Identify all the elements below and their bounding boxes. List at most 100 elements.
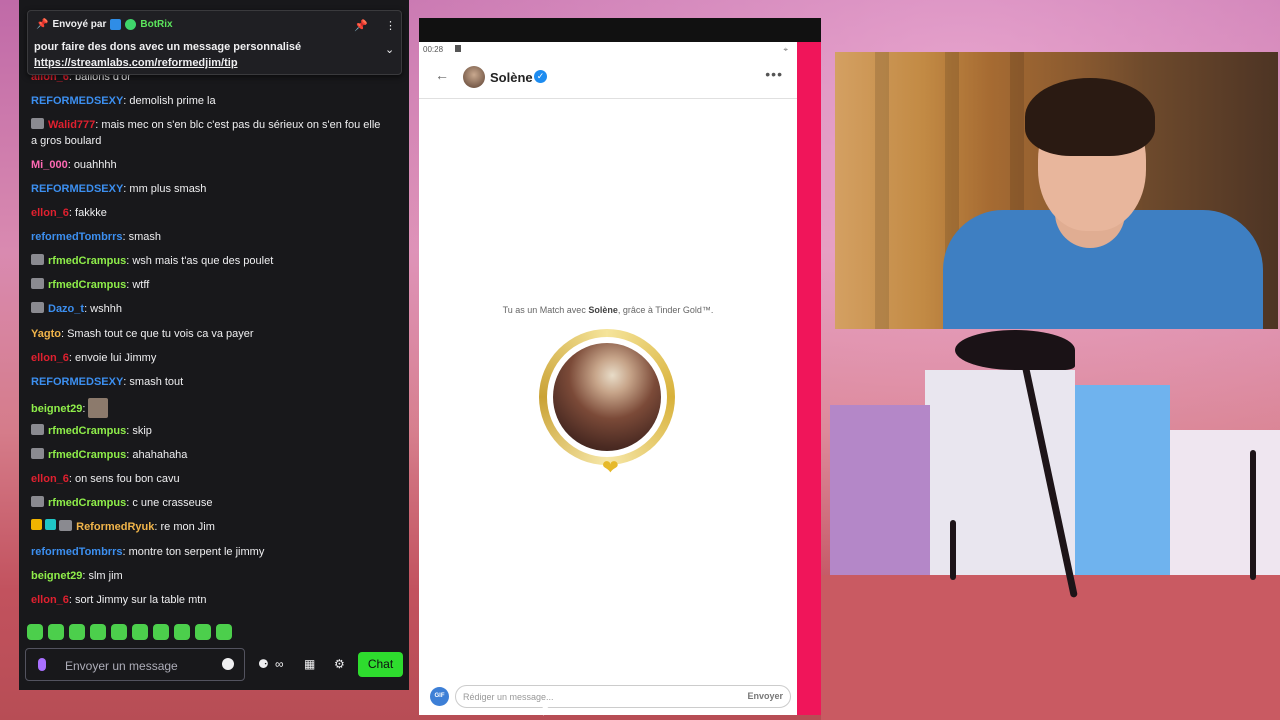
chat-username[interactable]: beignet29 [31,570,82,582]
chat-message-text: : mm plus smash [123,183,207,195]
subscriber-badge-icon [45,519,57,530]
pinned-sender[interactable]: BotRix [140,19,172,30]
store-icon[interactable]: ▦ [304,657,315,671]
chat-message-text: : ahahahaha [126,449,188,461]
chat-username[interactable]: reformedTombrrs [31,231,122,243]
chat-username[interactable]: beignet29 [31,403,82,415]
chat-username[interactable]: rfmedCrampus [48,425,126,437]
chat-message: ellon_6: sort Jimmy sur la table mtn [31,592,206,608]
chat-message-text: : on sens fou bon cavu [68,473,180,485]
status-time: 00:28 [423,45,444,54]
emote-icon[interactable] [153,624,169,640]
conversation-header: ← Solène ✓ ••• [419,56,797,99]
emote-picker-icon[interactable] [222,658,234,670]
chat-message-text: : sort Jimmy sur la table mtn [68,594,207,606]
chat-message-text: : c une crasseuse [126,497,213,509]
message-composer: GIF Rédiger un message... Envoyer [419,683,797,715]
chat-username[interactable]: Dazo_t [48,303,84,315]
chat-message: rfmedCrampus: ahahahaha [31,447,187,463]
chat-message: ReformedRyuk: re mon Jim [31,519,215,535]
microphone-icon[interactable] [38,658,46,671]
status-notification-icon [455,45,461,52]
palm-tree [950,520,956,580]
emote-icon[interactable] [216,624,232,640]
match-notice-suffix: , grâce à Tinder Gold™. [617,305,714,315]
chat-username[interactable]: rfmedCrampus [48,279,126,291]
user-badge-icon [31,424,44,435]
channel-points-icon[interactable]: ⚈ [258,657,269,671]
chat-message: ellon_6: on sens fou bon cavu [31,471,180,487]
chat-message: reformedTombrrs: smash [31,229,161,245]
chat-input-placeholder: Envoyer un message [65,659,178,673]
chat-message-text: : skip [126,425,152,437]
match-avatar[interactable] [463,66,485,88]
verified-badge-icon: ✓ [534,70,547,83]
location-icon: ⌖ [783,45,788,54]
emote-icon[interactable] [90,624,106,640]
chat-username[interactable]: rfmedCrampus [48,449,126,461]
chat-input[interactable]: Envoyer un message [25,648,245,681]
emote-icon[interactable] [111,624,127,640]
palm-tree [1250,450,1256,580]
chat-message-text: : smash tout [123,376,184,388]
message-input[interactable]: Rédiger un message... Envoyer [455,685,791,708]
chat-username[interactable]: reformedTombrrs [31,546,122,558]
user-badge-icon [31,302,44,313]
more-options-icon[interactable]: ⋮ [385,19,396,32]
more-options-icon[interactable]: ••• [765,66,783,82]
chat-message: rfmedCrampus: c une crasseuse [31,495,212,511]
send-button[interactable]: Envoyer [747,691,783,701]
chat-username[interactable]: ellon_6 [31,207,69,219]
background-building [830,405,930,580]
user-badge-icon [31,118,44,129]
chat-username[interactable]: REFORMEDSEXY [31,95,123,107]
chat-username[interactable]: ellon_6 [31,473,69,485]
chat-username[interactable]: rfmedCrampus [48,255,126,267]
emote-icon[interactable] [69,624,85,640]
chat-username[interactable]: ReformedRyuk [76,521,154,533]
bot-badge-icon [110,19,122,30]
chat-username[interactable]: Yagto [31,328,61,340]
twitch-chat-panel: allon_6: ballons d'or REFORMEDSEXY: demo… [19,0,409,690]
chat-message: ellon_6: fakkke [31,205,107,221]
chat-username[interactable]: ellon_6 [31,594,69,606]
expand-chevron-icon[interactable]: ⌄ [385,43,394,56]
chat-message: Walid777: mais mec on s'en blc c'est pas… [31,117,386,149]
emote-icon[interactable] [174,624,190,640]
chat-username[interactable]: REFORMEDSEXY [31,183,123,195]
emote-icon[interactable] [195,624,211,640]
settings-gear-icon[interactable]: ⚙ [334,657,345,671]
gold-heart-icon: ❤ [602,457,619,479]
chat-message-text: : Smash tout ce que tu vois ca va payer [60,328,254,340]
tinder-chat-screen: 00:28 ⌖ ← Solène ✓ ••• Tu as un Match av… [419,42,797,716]
match-name[interactable]: Solène [490,70,533,85]
pinned-label: Envoyé par [52,19,107,30]
emote-icon[interactable] [27,624,43,640]
chat-username[interactable]: REFORMEDSEXY [31,376,123,388]
background-building [925,370,1075,580]
crown-badge-icon [31,519,42,530]
chat-username[interactable]: Walid777 [48,119,95,131]
user-badge-icon [59,520,73,531]
emote-bar [27,624,232,640]
curtain-fold [875,52,889,329]
unpin-icon[interactable]: 📌 [354,19,368,32]
back-arrow-icon[interactable]: ← [435,67,449,83]
chat-send-button[interactable]: Chat [358,652,403,677]
chat-username[interactable]: Mi_000 [31,159,68,171]
pinned-link[interactable]: https://streamlabs.com/reformedjim/tip [34,57,238,69]
chat-message-text: : smash [122,231,161,243]
chat-username[interactable]: ellon_6 [31,352,69,364]
gif-button[interactable]: GIF [430,687,449,706]
match-notice: Tu as un Match avec Solène, grâce à Tind… [419,305,797,315]
chat-username[interactable]: rfmedCrampus [48,497,126,509]
match-photo[interactable] [553,343,661,451]
emote-icon[interactable] [48,624,64,640]
chat-message-text: : wshhh [84,303,122,315]
background-building [1170,430,1280,580]
chat-message: beignet29: [31,398,109,418]
chat-message: reformedTombrrs: montre ton serpent le j… [31,544,264,560]
background-street [821,575,1280,720]
emote-icon[interactable] [132,624,148,640]
chat-message: rfmedCrampus: wtff [31,277,149,293]
